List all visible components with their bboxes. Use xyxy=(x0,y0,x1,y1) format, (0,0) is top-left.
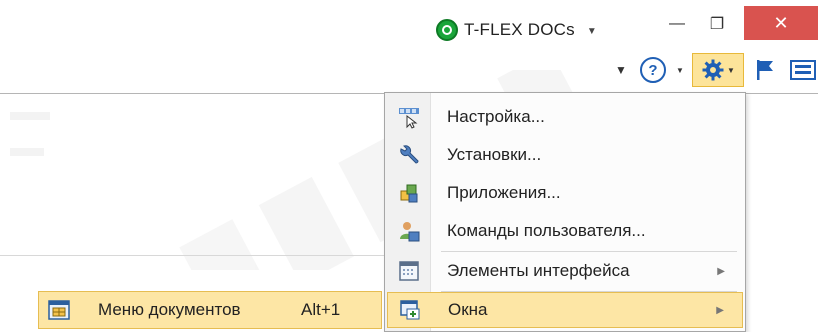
app-title: T-FLEX DOCs xyxy=(464,20,575,39)
menu-item-label: Окна xyxy=(448,300,488,319)
menu-separator xyxy=(441,251,737,252)
menu-item-user-commands[interactable]: Команды пользователя... xyxy=(387,213,743,249)
wrench-icon xyxy=(400,145,419,164)
interface-elements-icon xyxy=(399,261,419,281)
menu-item-label: Установки... xyxy=(447,145,542,164)
menu-item-settings[interactable]: Установки... xyxy=(387,137,743,173)
submenu-arrow-icon: ▶ xyxy=(716,304,724,316)
panel-button[interactable] xyxy=(790,56,818,84)
background-placeholder xyxy=(10,112,50,120)
applications-icon xyxy=(400,184,418,203)
background-divider xyxy=(0,255,385,256)
toolbar-customize-icon xyxy=(399,108,419,129)
documents-menu-icon xyxy=(48,300,70,320)
app-menu-caret-icon[interactable]: ▼ xyxy=(587,26,597,37)
app-switcher[interactable]: T-FLEX DOCs ▼ xyxy=(436,16,597,44)
settings-button[interactable]: ▼ xyxy=(692,53,744,87)
settings-dropdown-menu: Настройка... Установки... Приложения... … xyxy=(384,92,746,332)
windows-icon xyxy=(400,300,420,320)
menu-item-label: Элементы интерфейса xyxy=(447,261,630,280)
menu-item-applications[interactable]: Приложения... xyxy=(387,175,743,211)
panel-icon xyxy=(790,60,816,80)
settings-caret-icon: ▼ xyxy=(727,65,735,75)
documents-menu-shortcut: Alt+1 xyxy=(301,300,341,319)
user-commands-icon xyxy=(400,222,420,242)
documents-menu-item[interactable]: Меню документов Alt+1 xyxy=(38,291,382,329)
menu-item-interface-elements[interactable]: Элементы интерфейса ▶ xyxy=(387,253,743,289)
menu-item-windows[interactable]: Окна ▶ xyxy=(387,292,743,328)
documents-menu-label: Меню документов xyxy=(98,300,241,319)
flag-icon xyxy=(757,60,773,80)
submenu-arrow-icon: ▶ xyxy=(717,265,725,277)
menu-item-customize[interactable]: Настройка... xyxy=(387,99,743,135)
app-logo-icon xyxy=(436,19,458,41)
gear-icon xyxy=(702,59,724,81)
help-button[interactable]: ? xyxy=(640,57,666,83)
flag-button[interactable] xyxy=(752,56,778,84)
maximize-button[interactable]: ❐ xyxy=(700,8,734,40)
menu-item-label: Команды пользователя... xyxy=(447,221,646,240)
help-caret-icon[interactable]: ▼ xyxy=(676,56,684,84)
minimize-button[interactable]: — xyxy=(660,8,694,40)
close-button[interactable]: ✕ xyxy=(744,6,818,40)
menu-item-label: Настройка... xyxy=(447,107,545,126)
customize-toolbar-caret-icon[interactable]: ▼ xyxy=(614,56,628,84)
menu-item-label: Приложения... xyxy=(447,183,561,202)
background-placeholder xyxy=(10,148,44,156)
